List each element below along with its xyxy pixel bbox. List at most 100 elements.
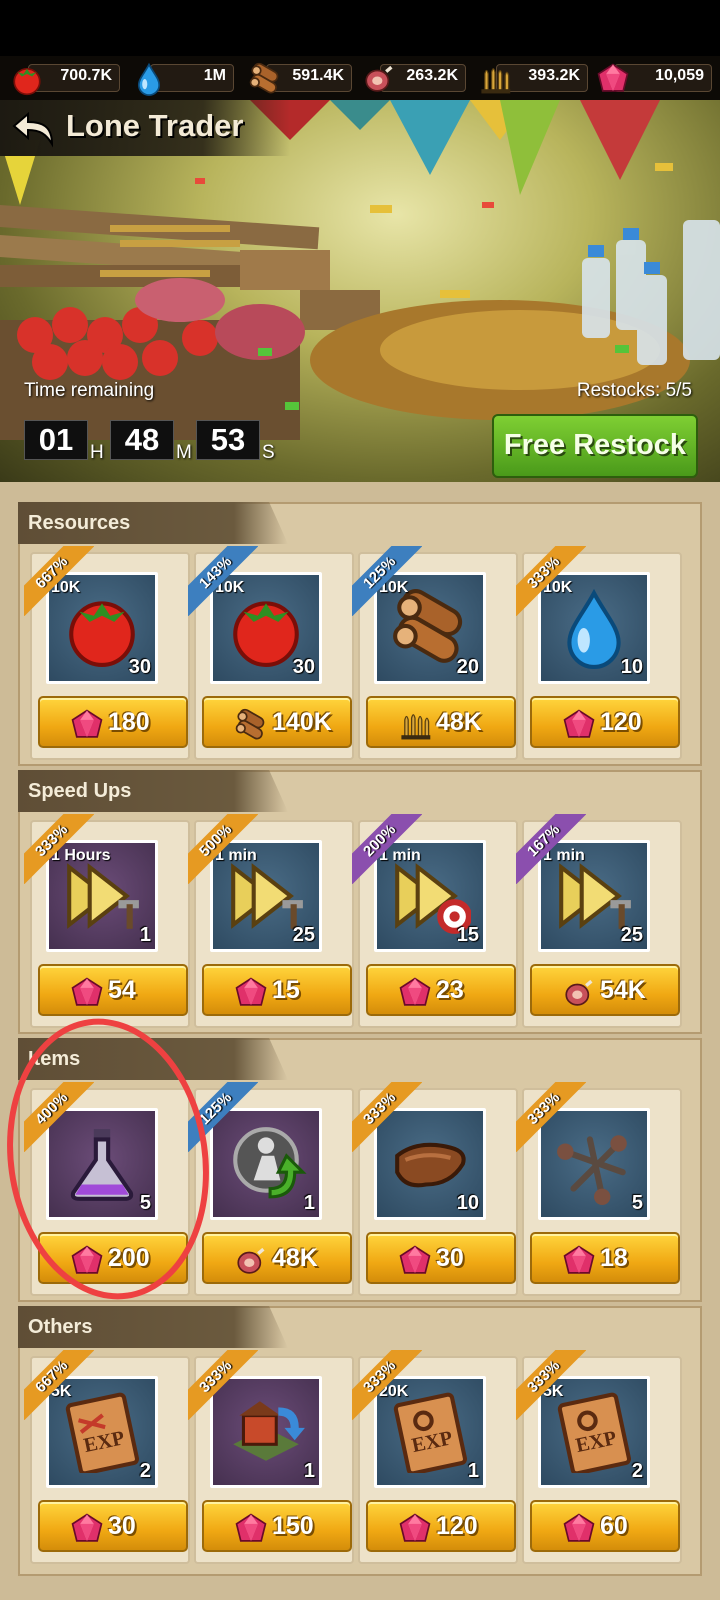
shop-item-card[interactable]: 10K 10 333% 120 [516,546,682,760]
discount-percent: 200% [352,814,422,884]
resource-value: 263.2K [406,67,458,84]
shop-item-card[interactable]: 10K 30 667% 180 [24,546,190,760]
shop-item-card[interactable]: 10 333% 30 [352,1082,518,1296]
resource-bullets: 393.2K [478,62,588,94]
timer-seconds-unit: S [262,442,275,463]
price-value: 120 [600,708,642,736]
meat-icon [562,976,596,1006]
free-restock-button[interactable]: Free Restock [492,414,698,478]
item-quantity: 25 [292,924,315,946]
section-title: Others [18,1306,288,1348]
shop-item-card[interactable]: 1 333% 150 [188,1350,354,1564]
item-quantity: 2 [139,1460,151,1482]
discount-ribbon: 500% [188,814,258,884]
price-value: 200 [108,1244,150,1272]
price-value: 30 [436,1244,464,1272]
buy-button[interactable]: 30 [366,1232,516,1284]
price-value: 150 [272,1512,314,1540]
discount-percent: 333% [516,546,586,616]
section-others: Others EXP 5K 2 667% 30 1 333% 150 EXP 20K 1 333% 120… [18,1306,702,1576]
gem-icon [234,1512,268,1542]
price-value: 30 [108,1512,136,1540]
shop-item-card[interactable]: EXP 20K 1 333% 120 [352,1350,518,1564]
price-value: 120 [436,1512,478,1540]
discount-percent: 333% [516,1350,586,1420]
discount-percent: 667% [24,1350,94,1420]
trader-banner: Lone Trader Time remaining 01 H 48 M 53 … [0,100,720,482]
discount-ribbon: 125% [188,1082,258,1152]
price-value: 54K [600,976,646,1004]
buy-button[interactable]: 140K [202,696,352,748]
buy-button[interactable]: 54 [38,964,188,1016]
discount-ribbon: 667% [24,546,94,616]
price-value: 140K [272,708,332,736]
buy-button[interactable]: 54K [530,964,680,1016]
discount-ribbon: 333% [24,814,94,884]
item-quantity: 15 [456,924,479,946]
shop-item-card[interactable]: 1 min 25 500% 15 [188,814,354,1028]
gem-icon [562,1512,596,1542]
buy-button[interactable]: 150 [202,1500,352,1552]
timer-hours-unit: H [90,442,104,463]
gem-icon [234,976,268,1006]
resource-value: 591.4K [292,67,344,84]
shop-list[interactable]: Resources 10K 30 667% 180 10K 30 143% 140K 10K 20 1… [0,482,720,1600]
item-quantity: 10 [456,1192,479,1214]
discount-ribbon: 333% [352,1350,422,1420]
buy-button[interactable]: 48K [366,696,516,748]
shop-item-card[interactable]: 1 125% 48K [188,1082,354,1296]
shop-item-card[interactable]: 10K 20 125% 48K [352,546,518,760]
shop-item-card[interactable]: EXP 5K 2 667% 30 [24,1350,190,1564]
shop-item-card[interactable]: 1 min 25 167% 54K [516,814,682,1028]
shop-item-card[interactable]: EXP 5K 2 333% 60 [516,1350,682,1564]
section-title: Resources [18,502,288,544]
discount-ribbon: 333% [188,1350,258,1420]
meat-icon [234,1244,268,1274]
buy-button[interactable]: 18 [530,1232,680,1284]
shop-item-card[interactable]: 5 333% 18 [516,1082,682,1296]
buy-button[interactable]: 30 [38,1500,188,1552]
item-quantity: 1 [303,1192,315,1214]
shop-item-card[interactable]: 10K 30 143% 140K [188,546,354,760]
water-drop-icon [132,62,166,96]
timer-minutes: 48 [110,420,174,460]
item-quantity: 5 [631,1192,643,1214]
back-arrow-icon[interactable] [12,108,56,148]
gem-icon [398,976,432,1006]
gem-icon [596,62,630,94]
gem-icon [562,708,596,738]
buy-button[interactable]: 120 [530,696,680,748]
bullets-icon [398,708,432,740]
item-quantity: 1 [467,1460,479,1482]
resource-water-drop: 1M [132,62,234,96]
buy-button[interactable]: 23 [366,964,516,1016]
price-value: 180 [108,708,150,736]
buy-button[interactable]: 15 [202,964,352,1016]
price-value: 54 [108,976,136,1004]
resource-value: 393.2K [528,67,580,84]
discount-ribbon: 333% [516,546,586,616]
discount-ribbon: 667% [24,1350,94,1420]
buy-button[interactable]: 120 [366,1500,516,1552]
buy-button[interactable]: 180 [38,696,188,748]
resource-tomato: 700.7K [10,62,120,96]
shop-item-card[interactable]: 1 Hours 1 333% 54 [24,814,190,1028]
item-quantity: 1 [303,1460,315,1482]
discount-percent: 333% [24,814,94,884]
price-value: 18 [600,1244,628,1272]
item-quantity: 20 [456,656,479,678]
discount-percent: 400% [24,1082,94,1152]
restocks-count: Restocks: 5/5 [576,380,692,401]
shop-item-card[interactable]: 1 min 15 200% 23 [352,814,518,1028]
timer-minutes-unit: M [176,442,192,463]
lone-trader-screen: 700.7K 1M 591.4K 263.2K 393.2K 10,059 Lone Tr… [0,0,720,1600]
buy-button[interactable]: 60 [530,1500,680,1552]
discount-percent: 333% [352,1350,422,1420]
gem-icon [70,708,104,738]
discount-ribbon: 125% [352,546,422,616]
shop-item-card[interactable]: 5 400% 200 [24,1082,190,1296]
section-title: Items [18,1038,288,1080]
buy-button[interactable]: 48K [202,1232,352,1284]
buy-button[interactable]: 200 [38,1232,188,1284]
price-value: 23 [436,976,464,1004]
